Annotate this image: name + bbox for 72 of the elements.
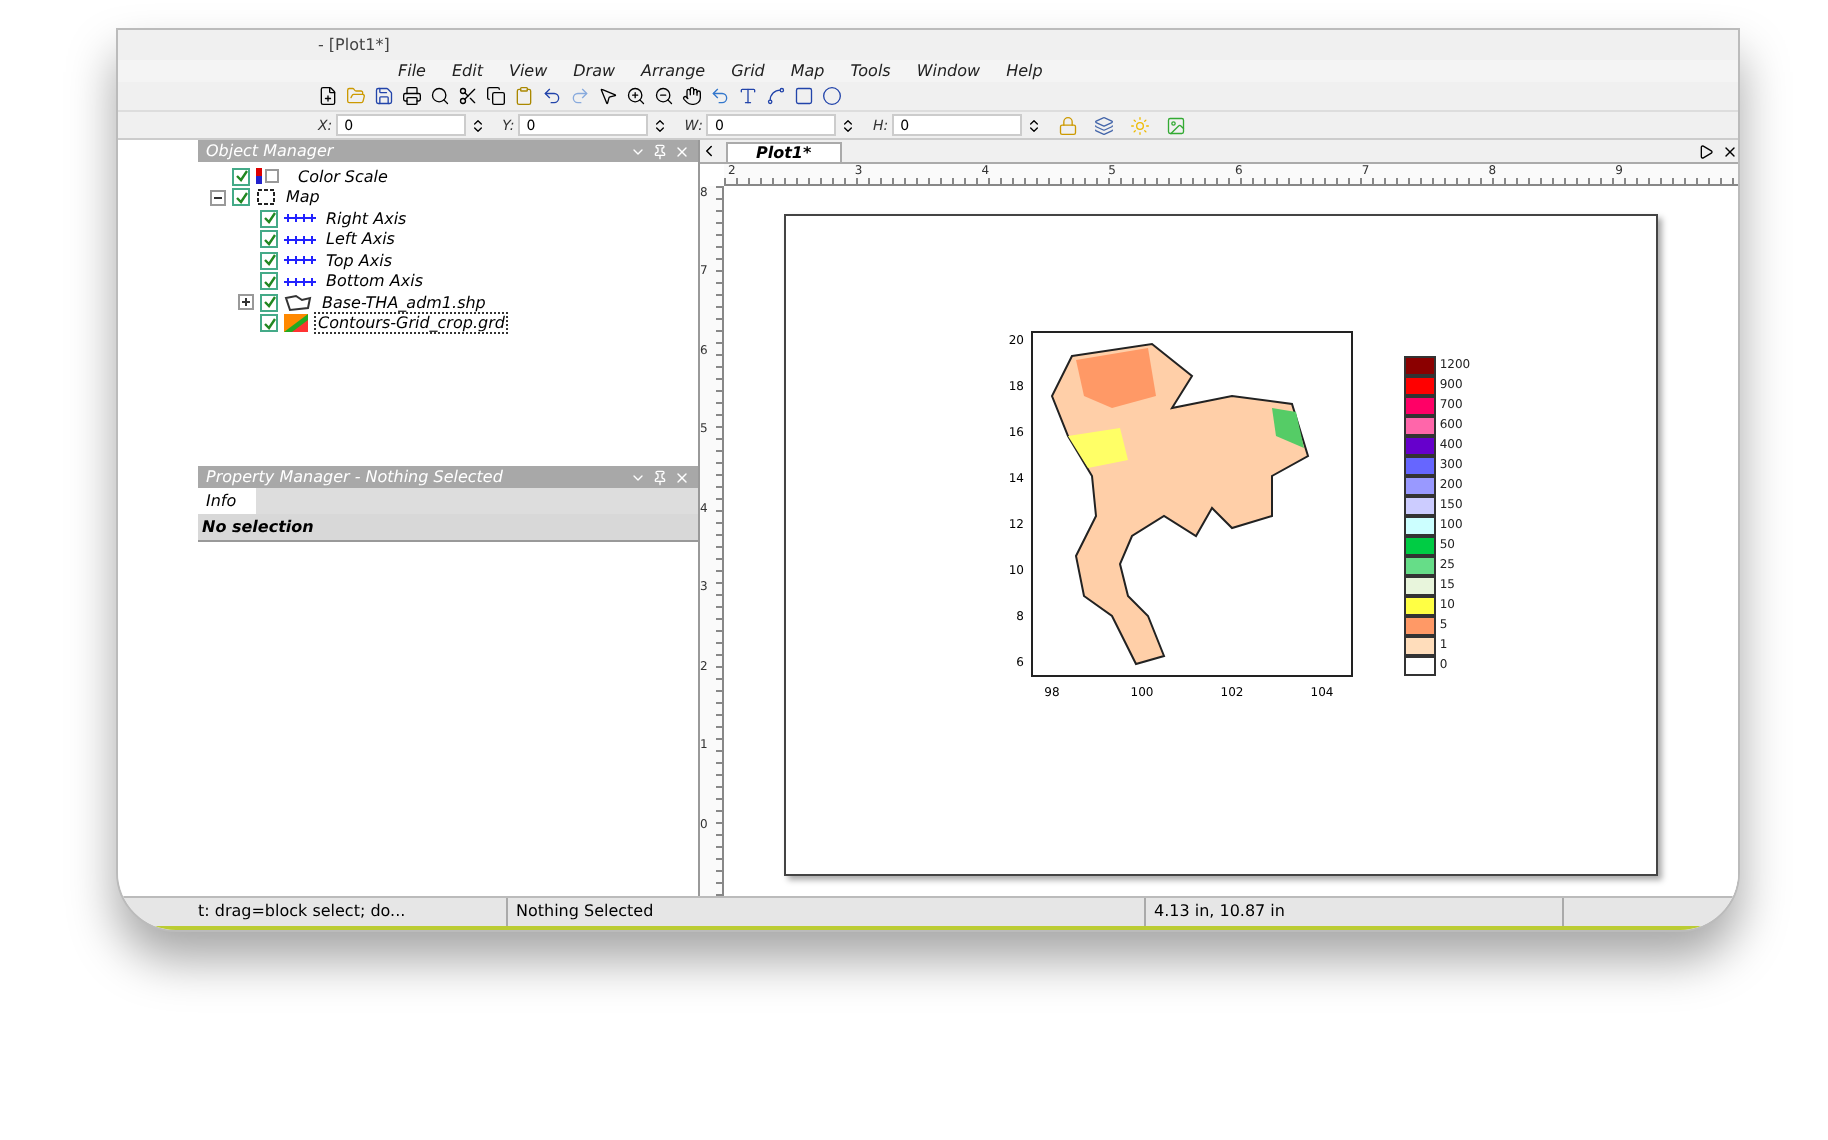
- tree-item[interactable]: Top Axis: [322, 249, 397, 272]
- outline-map-icon: [284, 293, 312, 312]
- window-title: - [Plot1*]: [318, 36, 390, 54]
- zoom-out-icon[interactable]: [654, 86, 674, 106]
- status-text: 4.13 in, 10.87 in: [1146, 898, 1564, 926]
- scroll-left-icon[interactable]: [700, 142, 718, 160]
- copy-icon[interactable]: [486, 86, 506, 106]
- axis-icon: [284, 254, 316, 267]
- menu-item[interactable]: Grid: [731, 62, 765, 80]
- tree-item[interactable]: Left Axis: [322, 228, 399, 251]
- printer-icon[interactable]: [402, 86, 422, 106]
- spinner-icon[interactable]: [1026, 117, 1043, 133]
- zoom-in-icon[interactable]: [626, 86, 646, 106]
- visibility-checkbox[interactable]: [260, 293, 278, 312]
- status-text: t: drag=block select; do...: [190, 898, 508, 926]
- color-contour-icon: [284, 314, 308, 333]
- visibility-checkbox[interactable]: [260, 251, 278, 270]
- spinner-icon[interactable]: [840, 117, 857, 133]
- play-icon[interactable]: [1698, 143, 1714, 159]
- axis-icon: [284, 275, 316, 288]
- undo-icon[interactable]: [542, 86, 562, 106]
- menu-item[interactable]: Edit: [451, 62, 483, 80]
- scissors-icon[interactable]: [458, 86, 478, 106]
- menu-item[interactable]: Help: [1006, 62, 1043, 80]
- property-header: No selection: [198, 514, 698, 542]
- hand-icon[interactable]: [682, 86, 702, 106]
- pointer-icon[interactable]: [598, 86, 618, 106]
- rectangle-icon[interactable]: [794, 86, 814, 106]
- expand-toggle[interactable]: [238, 294, 254, 311]
- visibility-checkbox[interactable]: [260, 272, 278, 291]
- menu-item[interactable]: Window: [916, 62, 981, 80]
- contour-patch: [1271, 407, 1304, 447]
- visibility-checkbox[interactable]: [232, 188, 250, 207]
- menu-item[interactable]: View: [508, 62, 548, 80]
- menu-item[interactable]: File: [398, 62, 426, 80]
- menu-item[interactable]: Draw: [573, 62, 616, 80]
- tree-item[interactable]: Contours-Grid_crop.grd: [314, 312, 509, 335]
- visibility-checkbox[interactable]: [260, 314, 278, 333]
- panel-title: Property Manager - Nothing Selected: [206, 468, 503, 486]
- visibility-checkbox[interactable]: [232, 167, 250, 186]
- document-tab[interactable]: Plot1*: [726, 141, 842, 161]
- expand-toggle[interactable]: [210, 189, 226, 206]
- close-icon[interactable]: [1722, 143, 1738, 159]
- menu-item[interactable]: Map: [790, 62, 825, 80]
- text-icon[interactable]: [738, 86, 758, 106]
- panel-tab[interactable]: Info: [198, 488, 257, 514]
- menu-item[interactable]: Arrange: [641, 62, 706, 80]
- save-icon[interactable]: [374, 86, 394, 106]
- spinner-icon[interactable]: [470, 117, 487, 133]
- tree-item[interactable]: Base-THA_adm1.shp: [318, 291, 490, 314]
- panel-title: Object Manager: [206, 142, 334, 160]
- axis-icon: [284, 233, 316, 246]
- contour-patch: [1067, 427, 1128, 467]
- curve-icon[interactable]: [766, 86, 786, 106]
- image-icon[interactable]: [1166, 115, 1187, 135]
- visibility-checkbox[interactable]: [260, 209, 278, 228]
- tree-item[interactable]: Bottom Axis: [322, 270, 427, 293]
- clipboard-icon[interactable]: [514, 86, 534, 106]
- tree-item[interactable]: Color Scale: [294, 165, 392, 188]
- menu-item[interactable]: Tools: [850, 62, 891, 80]
- layers-icon[interactable]: [1094, 115, 1115, 135]
- tree-item[interactable]: Map: [282, 186, 324, 209]
- contour-patch: [1075, 347, 1156, 407]
- tree-item[interactable]: Right Axis: [322, 207, 411, 230]
- spinner-icon[interactable]: [652, 117, 669, 133]
- visibility-checkbox[interactable]: [260, 230, 278, 249]
- ellipse-icon[interactable]: [822, 86, 842, 106]
- new-file-icon[interactable]: [318, 86, 338, 106]
- status-text: Nothing Selected: [508, 898, 1146, 926]
- axis-icon: [284, 212, 316, 225]
- map-frame-icon: [256, 188, 276, 207]
- search-icon[interactable]: [430, 86, 450, 106]
